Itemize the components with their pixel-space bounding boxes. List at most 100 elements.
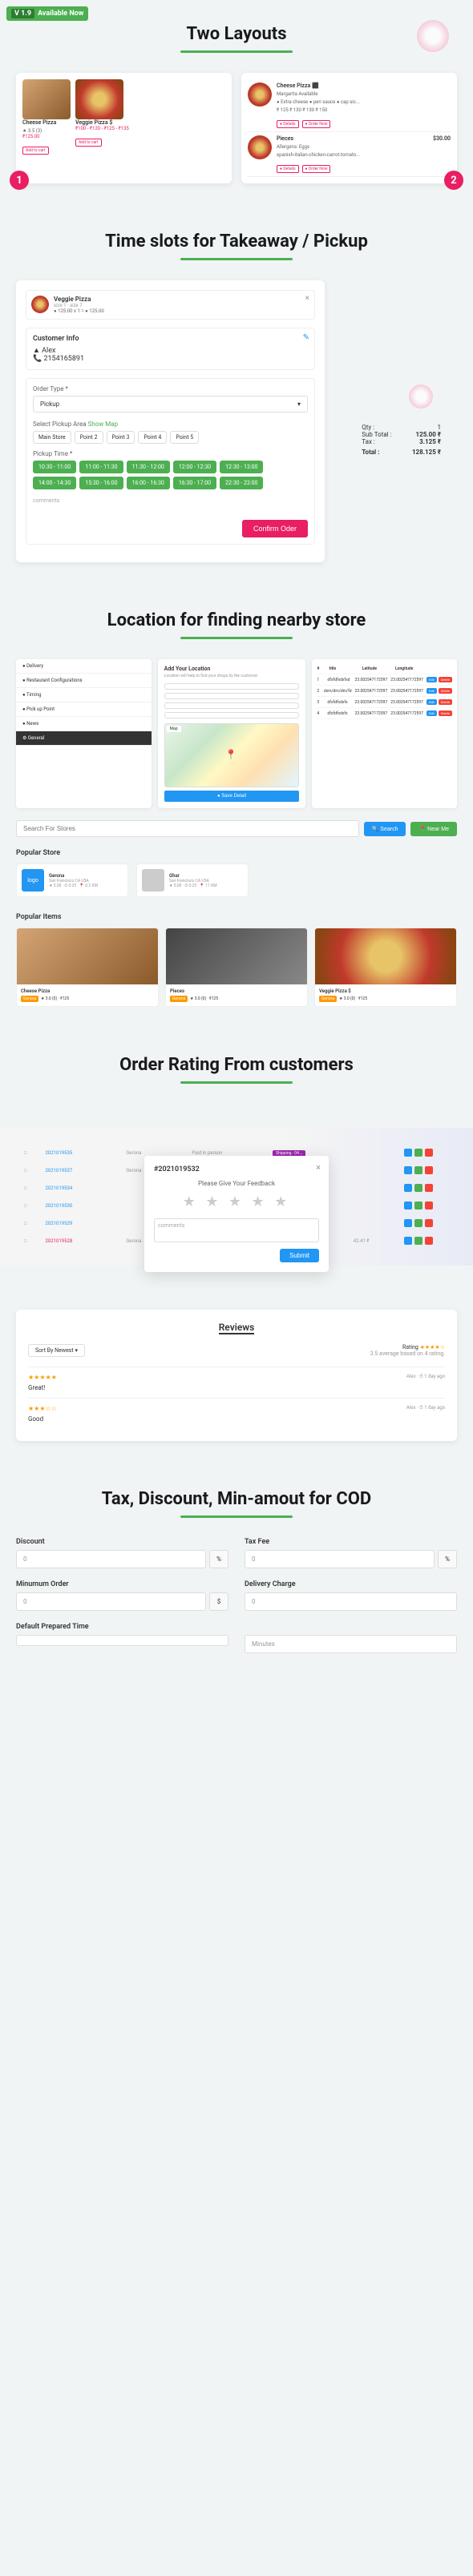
order-type-select[interactable]: Pickup▾ [33, 396, 308, 413]
show-map-link[interactable]: Show Map [88, 421, 119, 428]
rating-stars[interactable]: ★ ★ ★ ★ ★ [154, 1193, 319, 1210]
item-card[interactable]: PiecesGerona★ 3.0 (0) · ₹125 [165, 928, 308, 1007]
review-item: ★★★☆☆GoodAlex · ⏱ 1 day ago [28, 1398, 445, 1429]
add-to-cart-button[interactable]: Add to cart [75, 139, 102, 147]
item-tags: spanish-italian-chicken-carrot-tomato... [277, 152, 428, 158]
location-input[interactable] [164, 702, 300, 709]
table-header: Latitude [362, 666, 392, 671]
store-search-input[interactable] [16, 820, 359, 837]
reviews-panel: Reviews Sort By Newest ▾ Rating ★★★★☆ 3.… [16, 1310, 457, 1441]
item-sub: Allergens: Eggs [277, 144, 428, 150]
underline [180, 637, 293, 639]
time-slot-pill[interactable]: 10:30 - 11:00 [33, 461, 76, 473]
item-title: Veggie Pizza $ [75, 119, 129, 126]
review-item: ★★★★★Great!Alex · ⏱ 1 day ago [28, 1366, 445, 1398]
delete-button[interactable]: Delete [439, 699, 452, 705]
cart-item-title: Veggie Pizza [54, 296, 309, 303]
confirm-order-button[interactable]: Confirm Oder [242, 520, 308, 537]
form-group: Tax Fee0% [245, 1538, 457, 1568]
submit-button[interactable]: Submit [280, 1249, 319, 1262]
setting-input[interactable]: 0 [245, 1592, 457, 1611]
setting-input[interactable]: 0 [245, 1550, 435, 1568]
pickup-area-pill[interactable]: Main Store [33, 431, 71, 444]
feedback-modal: #2021019532 × Please Give Your Feedback … [144, 1156, 329, 1272]
time-slot-pill[interactable]: 16:00 - 16:30 [127, 477, 170, 489]
map-preview[interactable]: Map 📍 [164, 723, 300, 787]
customer-phone: 📞 2154165891 [33, 355, 308, 363]
location-input[interactable] [164, 683, 300, 690]
input-suffix: % [209, 1550, 228, 1568]
add-location-sub: Location will help to find your shops by… [164, 674, 300, 678]
totals-box: Qty :1 Sub Total :125.00 ₹ Tax :3.125 ₹ … [362, 424, 441, 456]
setting-input[interactable] [16, 1635, 228, 1646]
order-now-button[interactable]: ● Order Now [302, 120, 331, 128]
time-slot-pill[interactable]: 22:30 - 23:00 [220, 477, 263, 489]
sidebar-menu-item[interactable]: ● Pick up Point [16, 702, 152, 717]
popular-store-heading: Popular Store [16, 849, 457, 857]
table-row: 2dxm/dm/dm/fd23.00254717259723.002547172… [317, 686, 452, 697]
time-slot-pill[interactable]: 12:00 - 12:30 [173, 461, 216, 473]
time-slot-pill[interactable]: 11:00 - 11:30 [79, 461, 123, 473]
table-row: 1dfxfdfxdxfxd23.00254717259723.002547172… [317, 674, 452, 686]
setting-input[interactable]: Minutes [245, 1635, 457, 1653]
input-suffix: $ [209, 1592, 228, 1611]
layout-number-badge: 2 [444, 171, 463, 190]
item-card[interactable]: Veggie Pizza $Gerona★ 3.0 (0) · ₹125 [314, 928, 457, 1007]
form-group: Default Prepared Time [16, 1623, 228, 1653]
item-tags: ● Extra cheese ● peri sauce ● cap sic... [277, 99, 451, 105]
sidebar-menu-item[interactable]: ⚙ General [16, 731, 152, 746]
pickup-area-pill[interactable]: Point 4 [138, 431, 167, 444]
layout-card-1: Cheese Pizza ★ 3.5 (3) ₹125.00 Add to ca… [16, 73, 232, 183]
comments-textarea[interactable]: comments [154, 1218, 319, 1242]
time-slot-pill[interactable]: 11:30 - 12:00 [127, 461, 170, 473]
setting-input[interactable]: 0 [16, 1592, 206, 1611]
near-me-button[interactable]: 📍 Near Me [410, 822, 457, 836]
order-type-label: Order Type * [33, 385, 308, 392]
details-button[interactable]: ● Details [277, 165, 299, 173]
remove-item-button[interactable]: × [305, 294, 309, 303]
sidebar-menu-item[interactable]: ● Restaurant Configurations [16, 674, 152, 688]
location-input[interactable] [164, 693, 300, 699]
item-price: ₹125.00 [22, 134, 71, 139]
delete-button[interactable]: Delete [439, 688, 452, 694]
store-card[interactable]: GharSan Francisco CA USA★ 5.00 · ⏱ 0:25 … [136, 863, 249, 897]
location-input[interactable] [164, 712, 300, 718]
store-card[interactable]: logoGeronaSan Francisco CA USA★ 5.00 · ⏱… [16, 863, 128, 897]
edit-customer-icon[interactable]: ✎ [303, 333, 309, 342]
item-card[interactable]: Cheese PizzaGerona★ 3.0 (0) · ₹125 [16, 928, 159, 1007]
search-button[interactable]: 🔍 Search [364, 822, 406, 836]
tax-label: Tax : [362, 438, 375, 445]
add-to-cart-button[interactable]: Add to cart [22, 147, 49, 155]
pickup-area-pill[interactable]: Point 2 [75, 431, 103, 444]
edit-button[interactable]: Edit [427, 688, 437, 694]
cart-item-qty: ● 125.00 x 1 = ● 125.00 [54, 308, 309, 314]
sidebar-menu-item[interactable]: ● Timing [16, 688, 152, 702]
pickup-area-pill[interactable]: Point 5 [170, 431, 199, 444]
save-detail-button[interactable]: ● Save Detail [164, 791, 300, 802]
subtotal-value: 125.00 ₹ [416, 431, 441, 438]
details-button[interactable]: ● Details [277, 120, 299, 128]
time-slot-pill[interactable]: 14:00 - 14:30 [33, 477, 76, 489]
pickup-area-pill[interactable]: Point 3 [107, 431, 135, 444]
setting-input[interactable]: 0 [16, 1550, 206, 1568]
modal-close-button[interactable]: × [316, 1162, 321, 1173]
delete-button[interactable]: Delete [439, 677, 452, 682]
edit-button[interactable]: Edit [427, 710, 437, 716]
rating-table-area: □2021019535GeronaPaid in personShipping … [0, 1128, 473, 1266]
time-slot-pill[interactable]: 15:30 - 16:00 [79, 477, 123, 489]
edit-button[interactable]: Edit [427, 677, 437, 682]
delete-button[interactable]: Delete [439, 710, 452, 716]
sidebar-menu-item[interactable]: ● Delivery [16, 659, 152, 674]
location-form: Add Your Location Location will help to … [158, 659, 306, 808]
sidebar-menu-item[interactable]: ● News [16, 717, 152, 731]
underline [180, 258, 293, 260]
time-slot-pill[interactable]: 12:30 - 13:00 [220, 461, 263, 473]
time-slot-pill[interactable]: 16:30 - 17:00 [173, 477, 216, 489]
underline [180, 1515, 293, 1518]
sort-select[interactable]: Sort By Newest ▾ [28, 1344, 85, 1357]
location-sidebar: ● Delivery● Restaurant Configurations● T… [16, 659, 152, 808]
order-now-button[interactable]: ● Order Now [302, 165, 331, 173]
section-title-layouts: Two Layouts [16, 24, 457, 44]
edit-button[interactable]: Edit [427, 699, 437, 705]
order-config-box: Order Type * Pickup▾ Select Pickup Area … [26, 378, 315, 545]
